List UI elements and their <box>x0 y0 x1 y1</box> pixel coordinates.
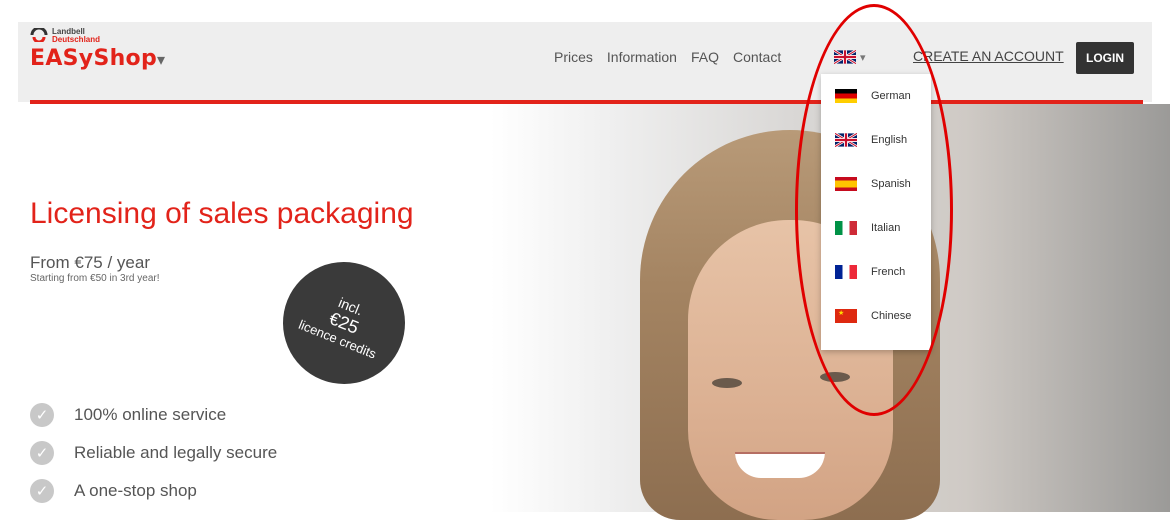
language-label: French <box>871 266 906 278</box>
language-label: English <box>871 134 908 146</box>
language-option-spanish[interactable]: Spanish <box>821 162 931 206</box>
list-item: ✓ Reliable and legally secure <box>30 434 277 472</box>
list-item: ✓ 100% online service <box>30 396 277 434</box>
nav-item-information[interactable]: Information <box>607 49 677 65</box>
language-label: Italian <box>871 222 901 234</box>
spain-flag-icon <box>835 177 857 191</box>
feature-text: Reliable and legally secure <box>74 443 278 462</box>
language-label: Spanish <box>871 178 911 190</box>
language-label: Chinese <box>871 310 912 322</box>
nav-item-faq[interactable]: FAQ <box>691 49 719 65</box>
create-account-link[interactable]: CREATE AN ACCOUNT <box>913 48 1064 64</box>
language-option-english[interactable]: English <box>821 118 931 162</box>
nav-item-contact[interactable]: Contact <box>733 49 781 65</box>
hero-price: From €75 / year <box>30 253 150 272</box>
france-flag-icon <box>835 265 857 279</box>
check-icon: ✓ <box>30 403 54 427</box>
licence-credit-badge: incl. €25 licence credits <box>264 243 424 403</box>
login-button[interactable]: LOGIN <box>1076 42 1134 74</box>
hero-subprice: Starting from €50 in 3rd year! <box>30 273 160 284</box>
check-icon: ✓ <box>30 479 54 503</box>
hero-photo-eye <box>712 378 742 388</box>
language-option-french[interactable]: French <box>821 250 931 294</box>
uk-flag-icon <box>835 133 857 147</box>
hero-photo-smile <box>735 452 825 478</box>
feature-text: 100% online service <box>74 405 227 424</box>
header-divider <box>30 100 1143 104</box>
check-icon: ✓ <box>30 441 54 465</box>
language-dropdown: German English Spanish Italian French ★ … <box>821 74 931 350</box>
logo-brand-line2: Deutschland <box>52 35 101 44</box>
main-nav: Prices Information FAQ Contact <box>554 49 781 65</box>
feature-text: A one-stop shop <box>74 481 197 500</box>
china-flag-icon: ★ <box>835 309 857 323</box>
language-label: German <box>871 90 911 102</box>
language-option-german[interactable]: German <box>821 74 931 118</box>
nav-item-prices[interactable]: Prices <box>554 49 593 65</box>
germany-flag-icon <box>835 89 857 103</box>
chevron-down-icon[interactable]: ▾ <box>157 50 165 69</box>
language-selector[interactable]: ▾ <box>834 50 866 64</box>
italy-flag-icon <box>835 221 857 235</box>
language-option-italian[interactable]: Italian <box>821 206 931 250</box>
logo[interactable]: Landbell Deutschland EASyShop▾ <box>30 28 165 72</box>
logo-name: EASyShop <box>30 46 158 71</box>
chevron-down-icon: ▾ <box>860 51 866 64</box>
language-option-chinese[interactable]: ★ Chinese <box>821 294 931 338</box>
header-bar: Landbell Deutschland EASyShop▾ Prices In… <box>18 22 1152 102</box>
hero-title: Licensing of sales packaging <box>30 197 414 230</box>
hero-photo-eye <box>820 372 850 382</box>
landbell-logo-icon <box>30 28 48 42</box>
uk-flag-icon <box>834 50 856 64</box>
list-item: ✓ A one-stop shop <box>30 472 277 510</box>
feature-list: ✓ 100% online service ✓ Reliable and leg… <box>30 396 277 510</box>
